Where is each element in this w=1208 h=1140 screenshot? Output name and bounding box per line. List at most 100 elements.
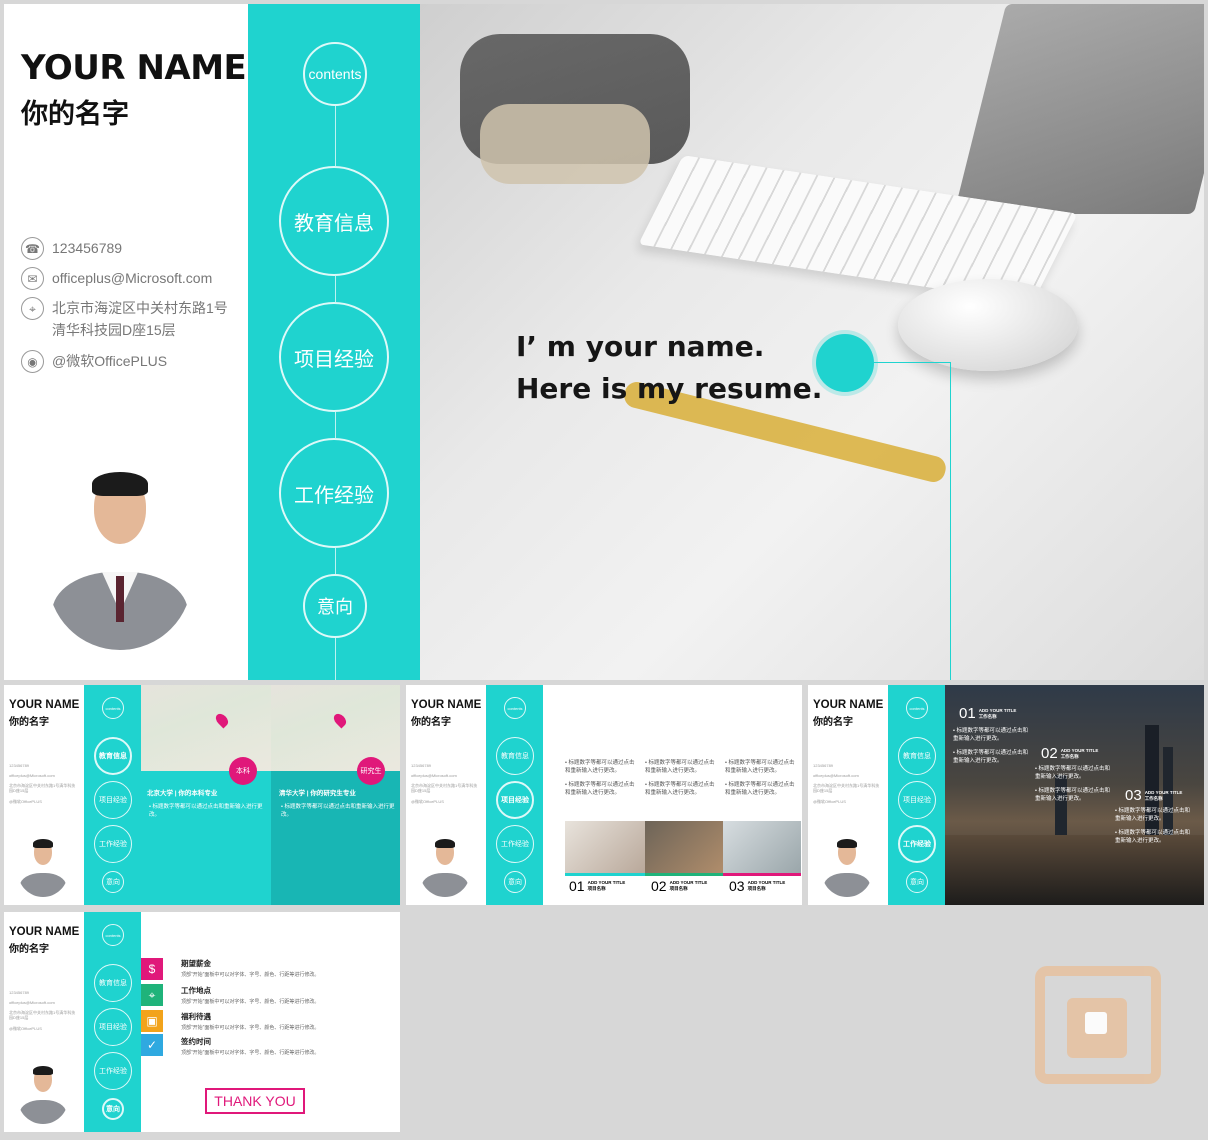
mini-nav-contents[interactable]: contents [102,697,124,719]
tag-undergrad: 本科 [229,757,257,785]
mini-address: 北京市海淀区中关村东路1号清华科技园D座15层 [411,783,478,793]
slide-work[interactable]: YOUR NAME 你的名字 123456789 officeplus@Micr… [808,685,1204,905]
slide-projects[interactable]: YOUR NAME 你的名字 123456789 officeplus@Micr… [406,685,802,905]
mini-weibo: @微软OfficePLUS [9,799,42,804]
edu-title-2: 清华大学 | 你的研究生专业 [279,790,356,797]
slide-education[interactable]: YOUR NAME 你的名字 123456789 officeplus@Micr… [4,685,400,905]
gift-icon: ▣ [141,1010,163,1032]
mini-nav-intention[interactable]: 意向 [102,871,124,893]
mini-nav-projects[interactable]: 项目经验 [496,781,534,819]
contact-phone: ☎ 123456789 [21,237,122,260]
nav-contents[interactable]: contents [303,42,367,106]
mini-email: officeplus@Microsoft.com [411,773,457,778]
mini-name-cn: 你的名字 [813,717,853,728]
name-chinese: 你的名字 [21,99,129,129]
mini-name-en: YOUR NAME [411,699,482,711]
laptop-shape [953,4,1204,214]
project-bullet: • 标题数字等都可以通过点击和重新输入进行更改。 [725,760,795,774]
project-item-1: 01 ADD YOUR TITLE 项目名称 [569,878,626,894]
intent-row-1: 期望薪金 顶部“开始”面板中可以对字体、字号、颜色、行距等进行修改。 [181,959,320,978]
check-icon: ✓ [141,1034,163,1056]
mini-nav-work[interactable]: 工作经验 [94,825,132,863]
mini-nav-intention[interactable]: 意向 [102,1098,124,1120]
hero-line-1: I’ m your name. [516,330,765,363]
location-icon: ⌖ [141,984,163,1006]
phone-text: 123456789 [52,240,123,256]
mini-nav-education[interactable]: 教育信息 [94,737,132,775]
mini-nav-intention[interactable]: 意向 [504,871,526,893]
map-beijing [141,685,271,771]
mini-nav-work[interactable]: 工作经验 [496,825,534,863]
slide-intention[interactable]: YOUR NAME 你的名字 123456789 officeplus@Micr… [4,912,400,1132]
mini-nav-education[interactable]: 教育信息 [898,737,936,775]
weibo-icon: ◉ [21,350,44,373]
project-bullet: • 标题数字等都可以通过点击和重新输入进行更改。 [565,782,635,796]
mini-nav-education[interactable]: 教育信息 [496,737,534,775]
mini-nav-projects[interactable]: 项目经验 [94,1008,132,1046]
hero-line-2: Here is my resume. [516,372,823,405]
mini-name-en: YOUR NAME [9,926,80,938]
mini-name-cn: 你的名字 [411,717,451,728]
mini-nav-projects[interactable]: 项目经验 [94,781,132,819]
intent-row-3: 福利待遇 顶部“开始”面板中可以对字体、字号、颜色、行距等进行修改。 [181,1012,320,1031]
project-bullet: • 标题数字等都可以通过点击和重新输入进行更改。 [725,782,795,796]
name-english: YOUR NAME [21,48,247,88]
intent-row-2: 工作地点 顶部“开始”面板中可以对字体、字号、颜色、行距等进行修改。 [181,986,320,1005]
work-item-3: 03 ADD YOUR TITLE 工作名称 [1125,787,1183,804]
map-tsinghua [271,685,400,771]
address-text: 北京市海淀区中关村东路1号清华科技园D座15层 [52,300,228,338]
work-bullet: • 标题数字等都可以通过点击和重新输入进行更改。 [1115,830,1190,844]
mini-name-en: YOUR NAME [9,699,80,711]
mail-icon: ✉ [21,267,44,290]
mini-nav-contents[interactable]: contents [906,697,928,719]
thank-you-button[interactable]: THANK YOU [205,1088,305,1114]
email-text: officeplus@Microsoft.com [52,270,213,286]
mini-nav-intention[interactable]: 意向 [906,871,928,893]
mini-nav-contents[interactable]: contents [102,924,124,946]
mini-phone: 123456789 [813,763,834,768]
mini-email: officeplus@Microsoft.com [813,773,859,778]
mini-weibo: @微软OfficePLUS [411,799,444,804]
profile-panel: YOUR NAME 你的名字 ☎ 123456789 ✉ officeplus@… [4,4,248,680]
work-bullet: • 标题数字等都可以通过点击和重新输入进行更改。 [1035,766,1110,780]
location-icon: ⌖ [21,297,44,320]
contact-address: ⌖ 北京市海淀区中关村东路1号清华科技园D座15层 [21,297,236,341]
mini-weibo: @微软OfficePLUS [9,1026,42,1031]
mini-nav-work[interactable]: 工作经验 [94,1052,132,1090]
intent-row-4: 签约时间 顶部“开始”面板中可以对字体、字号、颜色、行距等进行修改。 [181,1037,320,1056]
mini-address: 北京市海淀区中关村东路1号清华科技园D座15层 [9,1010,76,1020]
mini-nav-education[interactable]: 教育信息 [94,964,132,1002]
mini-email: officeplus@Microsoft.com [9,1000,55,1005]
cloth-shape [480,104,650,184]
tag-graduate: 研究生 [357,757,385,785]
mini-name-cn: 你的名字 [9,944,49,955]
mini-avatar [822,835,872,897]
project-item-3: 03 ADD YOUR TITLE 项目名称 [729,878,786,894]
mini-name-en: YOUR NAME [813,699,884,711]
mini-avatar [18,1062,68,1124]
mini-nav-projects[interactable]: 项目经验 [898,781,936,819]
slide-cover[interactable]: YOUR NAME 你的名字 ☎ 123456789 ✉ officeplus@… [4,4,1204,680]
nav-projects[interactable]: 项目经验 [279,302,389,412]
project-bullet: • 标题数字等都可以通过点击和重新输入进行更改。 [565,760,635,774]
watermark-logo [1035,966,1161,1084]
nav-education[interactable]: 教育信息 [279,166,389,276]
project-bullet: • 标题数字等都可以通过点击和重新输入进行更改。 [645,760,715,774]
phone-icon: ☎ [21,237,44,260]
nav-work[interactable]: 工作经验 [279,438,389,548]
contact-email: ✉ officeplus@Microsoft.com [21,267,212,290]
mini-address: 北京市海淀区中关村东路1号清华科技园D座15层 [813,783,880,793]
mini-email: officeplus@Microsoft.com [9,773,55,778]
edu-title-1: 北京大学 | 你的本科专业 [147,790,218,797]
nav-intention[interactable]: 意向 [303,574,367,638]
mini-nav-contents[interactable]: contents [504,697,526,719]
dollar-icon: $ [141,958,163,980]
mini-phone: 123456789 [411,763,432,768]
edu-body-2: • 标题数字等都可以通过点击和重新输入进行更改。 [281,804,395,818]
nav-bar: contents 教育信息 项目经验 工作经验 意向 [248,4,420,680]
work-bullet: • 标题数字等都可以通过点击和重新输入进行更改。 [1035,788,1110,802]
mini-phone: 123456789 [9,990,30,995]
mini-nav-work[interactable]: 工作经验 [898,825,936,863]
accent-dot [816,334,874,392]
contact-weibo: ◉ @微软OfficePLUS [21,350,167,373]
